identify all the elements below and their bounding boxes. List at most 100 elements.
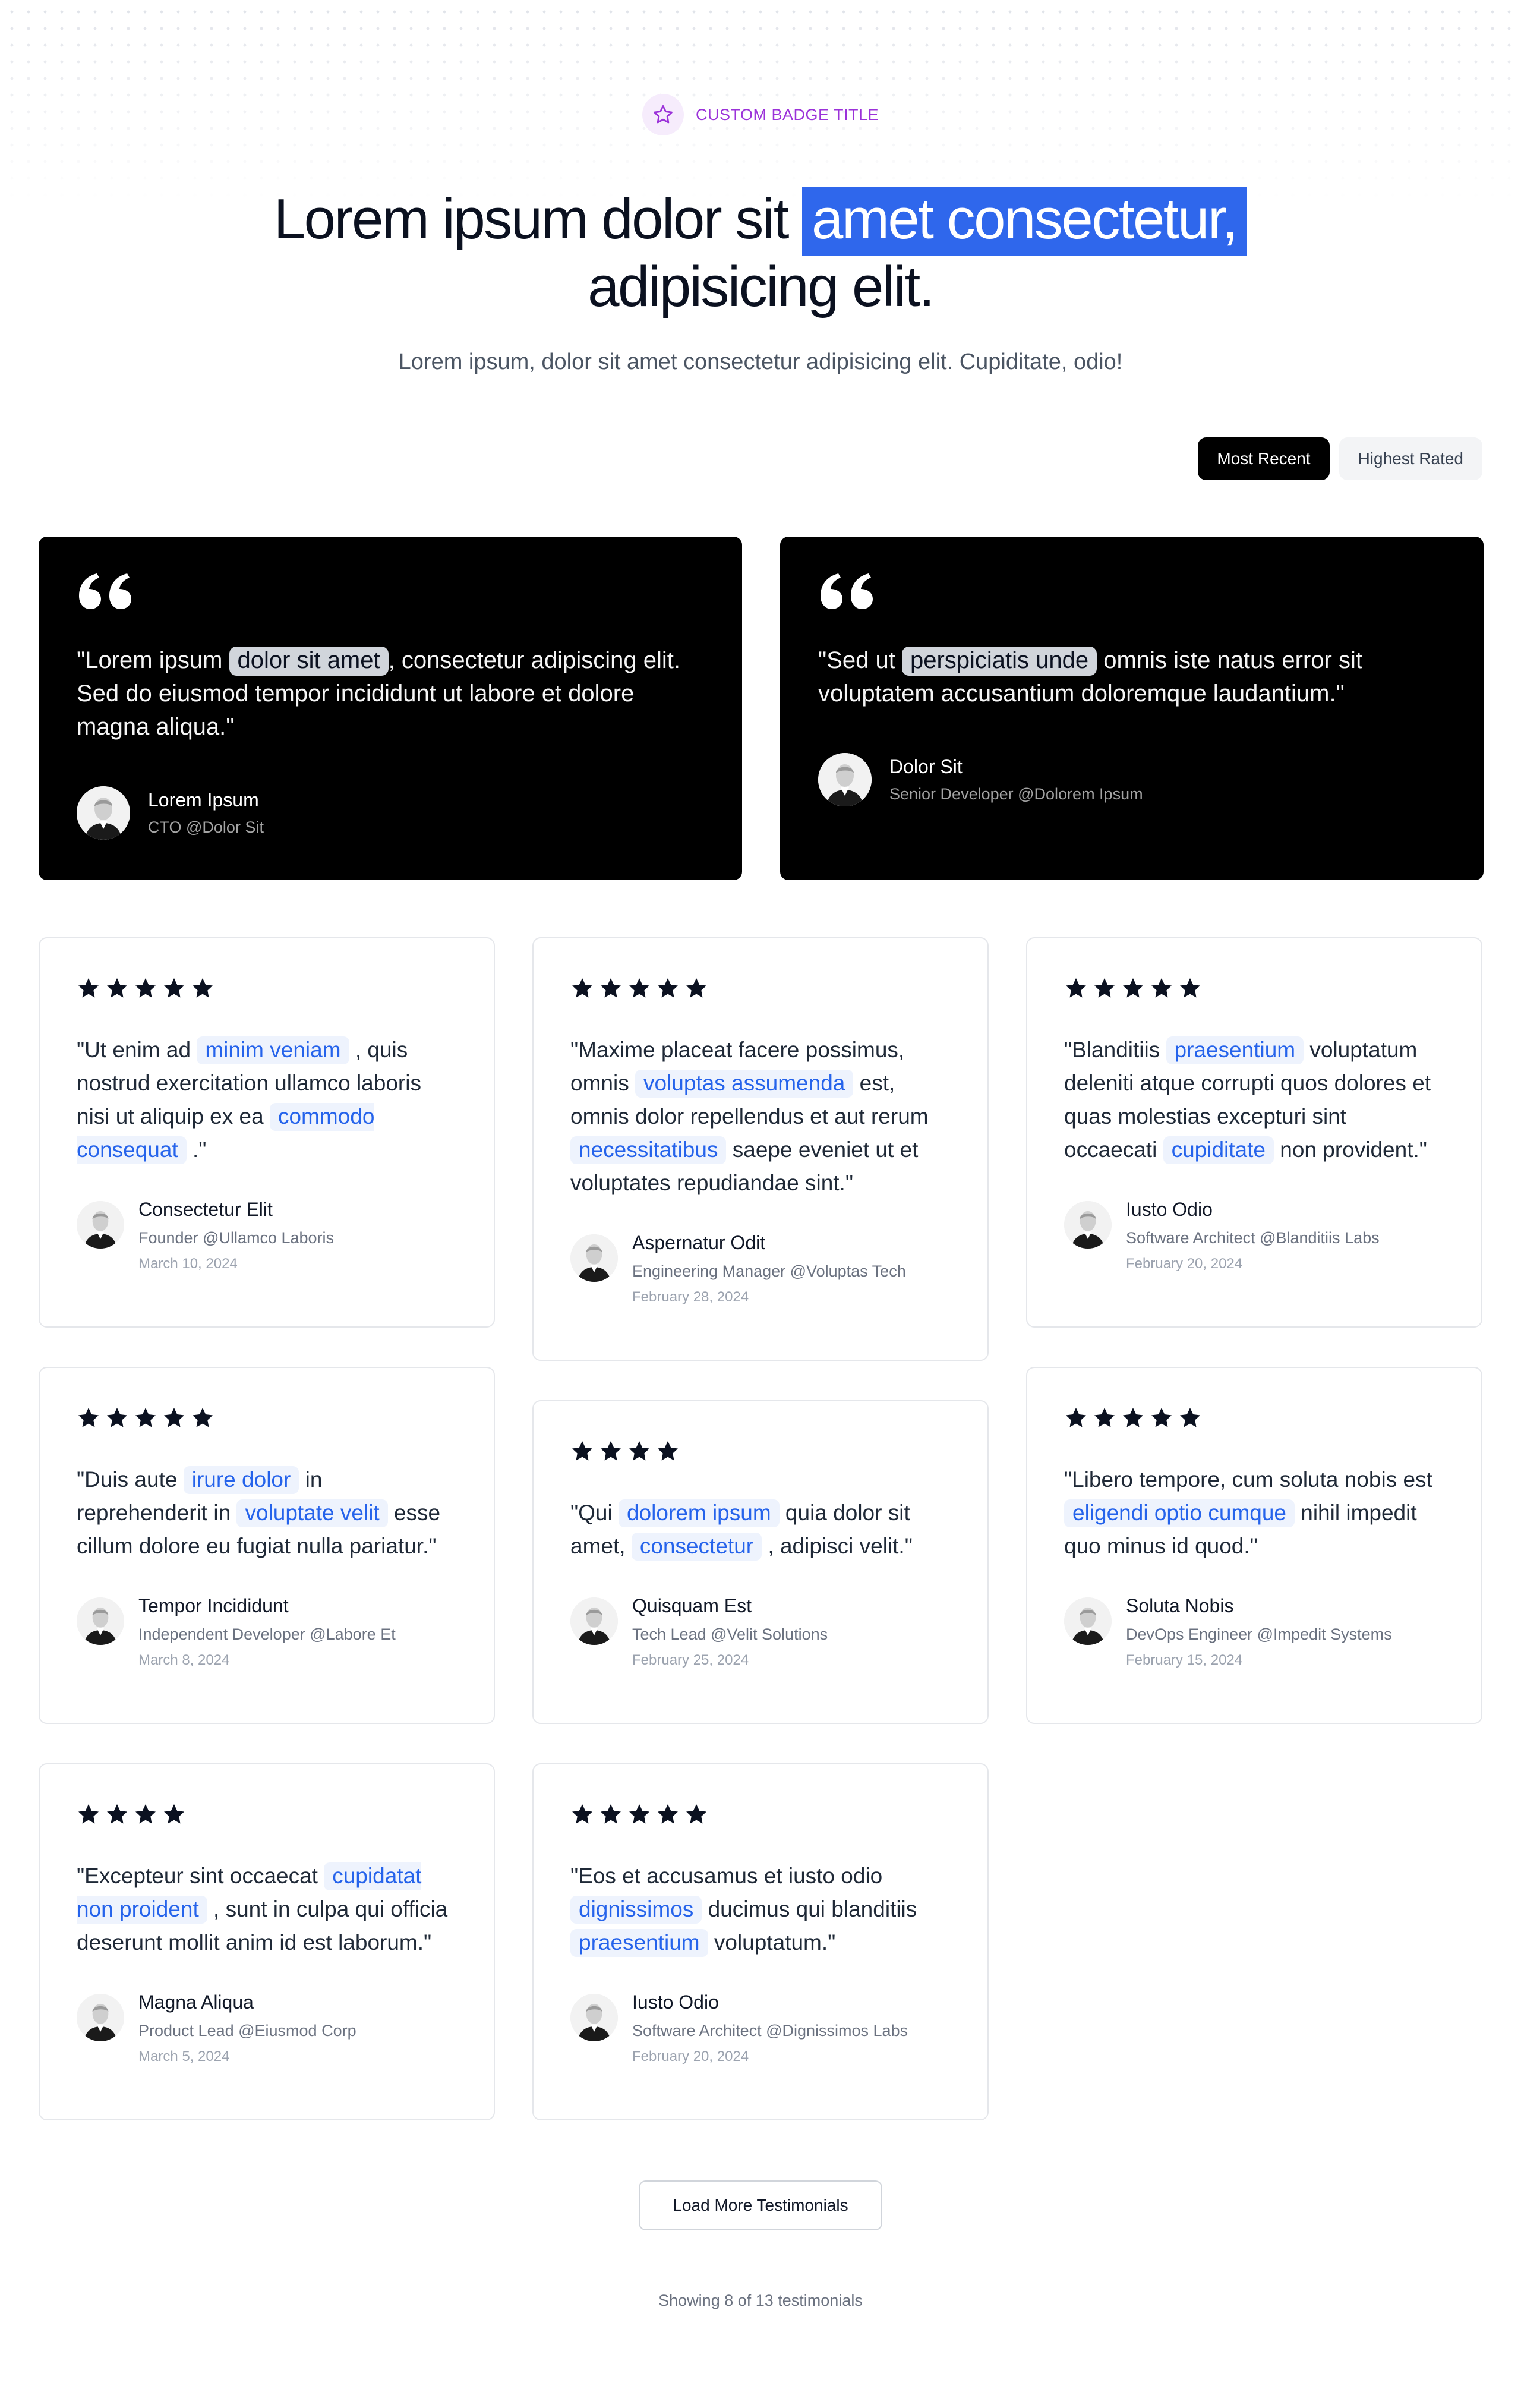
author-role: Independent Developer @Labore Et [138, 1625, 396, 1643]
quote-highlight: voluptate velit [236, 1499, 388, 1527]
testimonial-author: Iusto Odio Software Architect @Dignissimo… [570, 1991, 951, 2065]
testimonial-author: Consectetur Elit Founder @Ullamco Laboris… [77, 1199, 457, 1272]
star-icon [572, 978, 592, 998]
testimonial-date: February 28, 2024 [632, 1289, 749, 1305]
testimonial-quote: "Ut enim ad minim veniam , quis nostrud … [77, 1033, 457, 1167]
testimonial-date: March 10, 2024 [138, 1256, 238, 1272]
star-icon [658, 1441, 678, 1461]
author-name: Soluta Nobis [1126, 1595, 1234, 1616]
star-rating [77, 1802, 457, 1826]
avatar [77, 1994, 124, 2041]
star-icon [572, 1804, 592, 1824]
quote-text: "Excepteur sint occaecat [77, 1864, 324, 1888]
star-icon [629, 1441, 649, 1461]
quote-highlight: praesentium [570, 1929, 708, 1957]
featured-testimonial-card: "Sed ut perspiciatis unde omnis iste nat… [780, 537, 1484, 880]
star-icon [1123, 978, 1143, 998]
quote-text: non provident." [1273, 1137, 1427, 1162]
testimonial-author: Soluta Nobis DevOps Engineer @Impedit Sys… [1064, 1595, 1444, 1669]
star-icon [686, 978, 706, 998]
star-icon [135, 978, 156, 998]
testimonial-card: "Excepteur sint occaecat cupidatat non p… [39, 1763, 495, 2120]
star-icon [601, 1804, 621, 1824]
highest-rated-button[interactable]: Highest Rated [1339, 437, 1482, 480]
star-icon [1094, 978, 1115, 998]
avatar [570, 1597, 618, 1645]
author-role: Senior Developer @Dolorem Ipsum [889, 785, 1143, 803]
quote-highlight: dignissimos [570, 1896, 702, 1924]
testimonial-author: Aspernatur Odit Engineering Manager @Volu… [570, 1232, 951, 1306]
author-role: DevOps Engineer @Impedit Systems [1126, 1625, 1392, 1643]
quote-text: ." [186, 1137, 207, 1162]
author-name: Consectetur Elit [138, 1199, 273, 1220]
author-name: Tempor Incididunt [138, 1595, 289, 1616]
testimonial-card: "Blanditiis praesentium voluptatum delen… [1026, 937, 1482, 1328]
quote-text: "Duis aute [77, 1467, 184, 1492]
avatar [570, 1994, 618, 2041]
star-icon [658, 978, 678, 998]
star-icon [629, 1804, 649, 1824]
testimonial-quote: "Eos et accusamus et iusto odio dignissi… [570, 1859, 951, 1959]
star-icon [1123, 1408, 1143, 1427]
results-count: Showing 8 of 13 testimonials [658, 2292, 863, 2309]
featured-testimonial-card: "Lorem ipsum dolor sit amet, consectetur… [39, 537, 742, 880]
avatar [570, 1234, 618, 1282]
hero-subtitle: Lorem ipsum, dolor sit amet consectetur … [398, 349, 1123, 374]
quote-highlight: praesentium [1166, 1036, 1304, 1064]
quote-icon [821, 573, 873, 609]
star-icon [1180, 978, 1200, 998]
quote-text: "Lorem ipsum [77, 647, 229, 673]
quote-highlight: dolorem ipsum [619, 1499, 780, 1527]
avatar [77, 1201, 124, 1249]
hero-title-start: Lorem ipsum dolor sit [273, 187, 790, 251]
author-role: Engineering Manager @Voluptas Tech [632, 1262, 906, 1280]
testimonial-quote: "Libero tempore, cum soluta nobis est el… [1064, 1463, 1444, 1563]
testimonial-card: "Qui dolorem ipsum quia dolor sit amet, … [532, 1400, 989, 1724]
author-name: Iusto Odio [632, 1991, 719, 2013]
avatar [1064, 1597, 1112, 1645]
star-outline-icon [642, 94, 684, 135]
star-icon [1151, 1408, 1172, 1427]
testimonial-date: February 20, 2024 [1126, 1256, 1243, 1272]
quote-text: "Blanditiis [1064, 1038, 1166, 1062]
avatar [77, 786, 130, 840]
quote-highlight: cupiditate [1163, 1136, 1274, 1164]
star-icon [78, 978, 99, 998]
star-icon [1094, 1408, 1115, 1427]
testimonial-card: "Maxime placeat facere possimus, omnis v… [532, 937, 989, 1361]
star-icon [107, 1804, 127, 1824]
quote-highlight: dolor sit amet [229, 647, 389, 676]
avatar [1064, 1201, 1112, 1249]
hero-title: Lorem ipsum dolor sit amet consectetur, … [0, 185, 1521, 321]
quote-text: voluptatum." [708, 1930, 836, 1955]
star-icon [1066, 1408, 1086, 1427]
author-name: Quisquam Est [632, 1595, 752, 1616]
most-recent-button[interactable]: Most Recent [1198, 437, 1330, 480]
star-icon [629, 978, 649, 998]
star-icon [135, 1804, 156, 1824]
quote-highlight: necessitatibus [570, 1136, 727, 1164]
author-role: Tech Lead @Velit Solutions [632, 1625, 828, 1643]
load-more-button[interactable]: Load More Testimonials [639, 2180, 882, 2230]
testimonial-author: Magna Aliqua Product Lead @Eiusmod Corp Ma… [77, 1991, 457, 2065]
quote-text: ducimus qui blanditiis [702, 1897, 917, 1921]
author-role: Founder @Ullamco Laboris [138, 1229, 335, 1247]
author-name: Aspernatur Odit [632, 1232, 766, 1253]
hero-title-highlight: amet consectetur, [802, 187, 1248, 256]
quote-text: "Eos et accusamus et iusto odio [570, 1864, 883, 1888]
star-rating [570, 1439, 951, 1463]
testimonial-quote: "Blanditiis praesentium voluptatum delen… [1064, 1033, 1444, 1167]
star-icon [193, 1408, 213, 1427]
star-icon [164, 1408, 184, 1427]
testimonial-date: March 8, 2024 [138, 1652, 230, 1668]
author-name: Iusto Odio [1126, 1199, 1213, 1220]
quote-icon [79, 573, 131, 609]
section-badge: CUSTOM BADGE TITLE [0, 94, 1521, 135]
quote-text: "Libero tempore, cum soluta nobis est [1064, 1467, 1432, 1492]
author-role: Software Architect @Dignissimos Labs [632, 2022, 908, 2040]
quote-text: , adipisci velit." [762, 1534, 913, 1558]
star-rating [570, 976, 951, 1000]
quote-highlight: voluptas assumenda [635, 1070, 854, 1098]
testimonial-date: February 20, 2024 [632, 2048, 749, 2065]
star-rating [1064, 976, 1444, 1000]
